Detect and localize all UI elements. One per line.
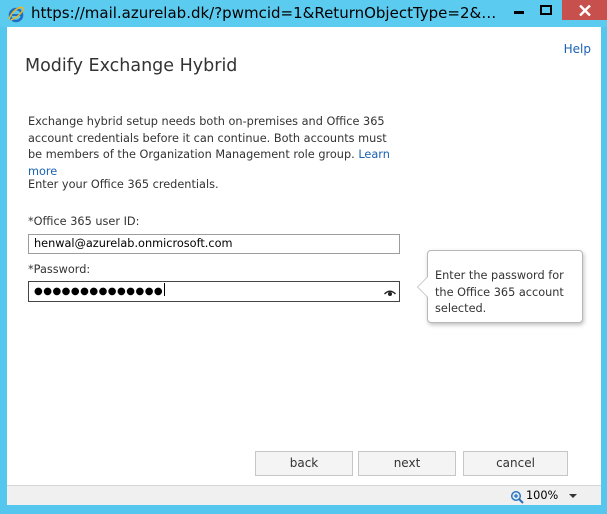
chevron-down-icon[interactable] xyxy=(569,494,577,498)
window-url: https://mail.azurelab.dk/?pwmcid=1&Retur… xyxy=(31,4,501,22)
status-bar: 100% xyxy=(7,485,601,506)
help-link[interactable]: Help xyxy=(564,42,591,56)
page-title: Modify Exchange Hybrid xyxy=(25,56,238,76)
password-tooltip: Enter the password for the Office 365 ac… xyxy=(417,250,583,323)
internet-explorer-icon xyxy=(7,5,25,23)
eye-icon[interactable] xyxy=(384,286,396,296)
zoom-icon[interactable] xyxy=(510,489,524,504)
tooltip-text: Enter the password for the Office 365 ac… xyxy=(435,269,564,315)
password-label: *Password: xyxy=(28,263,91,276)
user-id-label: *Office 365 user ID: xyxy=(28,215,140,228)
cancel-button[interactable]: cancel xyxy=(463,451,568,476)
credentials-prompt: Enter your Office 365 credentials. xyxy=(28,178,219,191)
maximize-icon xyxy=(539,5,552,15)
tooltip-pointer-fill xyxy=(418,277,428,297)
minimize-button[interactable] xyxy=(505,0,532,20)
maximize-button[interactable] xyxy=(532,0,559,20)
minimize-icon xyxy=(513,11,524,14)
zoom-level[interactable]: 100% xyxy=(526,489,558,502)
next-button[interactable]: next xyxy=(358,451,456,476)
user-id-value: henwal@azurelab.onmicrosoft.com xyxy=(34,237,233,250)
title-bar: https://mail.azurelab.dk/?pwmcid=1&Retur… xyxy=(0,0,607,27)
close-button[interactable] xyxy=(562,0,607,20)
password-value: ●●●●●●●●●●●●●● xyxy=(34,286,164,297)
back-button[interactable]: back xyxy=(255,451,353,476)
intro-body: Exchange hybrid setup needs both on-prem… xyxy=(28,115,387,161)
intro-text: Exchange hybrid setup needs both on-prem… xyxy=(28,114,393,180)
close-icon xyxy=(578,4,591,16)
window-bottom-border xyxy=(0,505,607,514)
text-caret xyxy=(164,283,166,296)
dialog-content: Help Modify Exchange Hybrid Exchange hyb… xyxy=(7,27,601,487)
user-id-field[interactable]: henwal@azurelab.onmicrosoft.com xyxy=(28,234,400,254)
password-field[interactable]: ●●●●●●●●●●●●●● xyxy=(28,281,400,302)
